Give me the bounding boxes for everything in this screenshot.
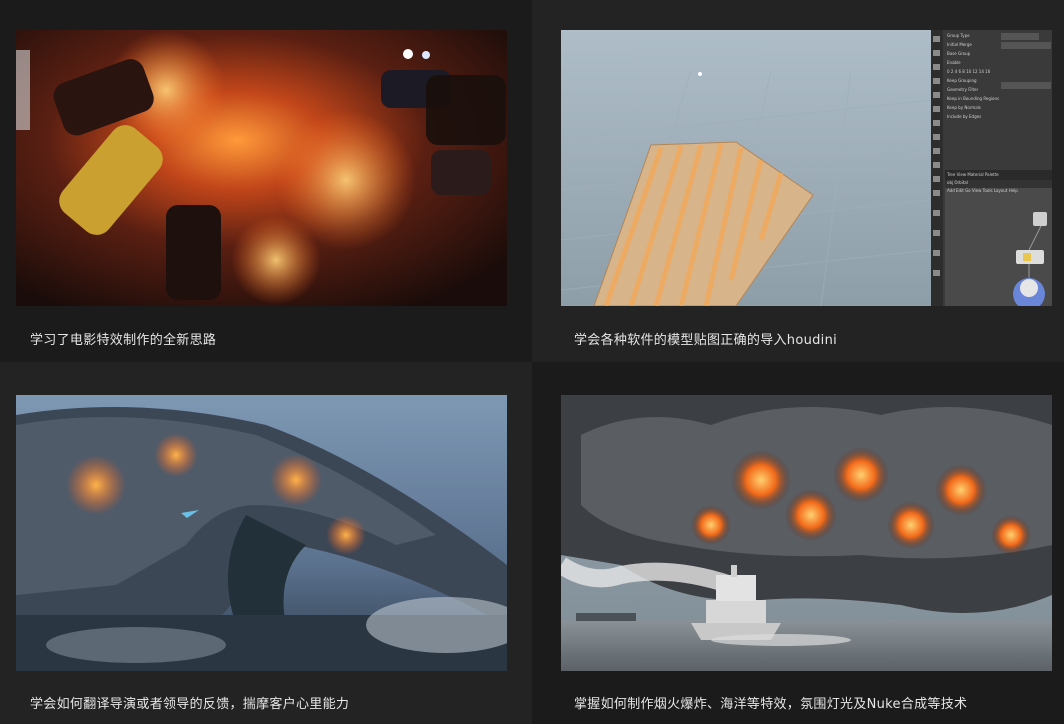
feature-card-3[interactable]: 学会如何翻译导演或者领导的反馈，揣摩客户心里能力	[0, 362, 532, 724]
tab-material-palette: Material Palette	[967, 172, 999, 177]
menu-add: Add	[947, 188, 955, 193]
param-enable: Enable	[947, 60, 961, 65]
param-digits: 0 2 4 6 8 10 12 14 16	[947, 69, 991, 74]
param-include-edges: Include by Edges	[947, 114, 982, 119]
feature-caption-2: 学会各种软件的模型贴图正确的导入houdini	[574, 333, 838, 348]
tab-tree-view: Tree View	[947, 172, 967, 177]
ship-explosion-ocean-image	[561, 395, 1052, 671]
param-keep-grouping: Keep Grouping	[947, 78, 977, 83]
param-base-group: Base Group	[947, 51, 971, 56]
feature-caption-1: 学习了电影特效制作的全新思路	[30, 333, 217, 348]
crashing-alien-ship-image	[16, 395, 507, 671]
houdini-viewport-screenshot: Group Type Initial Merge Base Group Enab…	[561, 30, 1052, 306]
menu-tools: Tools	[982, 188, 993, 193]
param-keep-bounding: Keep in Bounding Regions	[947, 96, 1000, 101]
houdini-parameter-labels: Group Type Initial Merge Base Group Enab…	[947, 31, 1052, 121]
feature-caption-4: 掌握如何制作烟火爆炸、海洋等特效，氛围灯光及Nuke合成等技术	[574, 697, 968, 712]
feature-card-4[interactable]: 掌握如何制作烟火爆炸、海洋等特效，氛围灯光及Nuke合成等技术	[532, 362, 1064, 724]
feature-card-1[interactable]: 学习了电影特效制作的全新思路	[0, 0, 532, 362]
feature-grid: 学习了电影特效制作的全新思路 Group Type Initial Merge …	[0, 0, 1064, 724]
param-keep-normals: Keep by Normals	[947, 105, 981, 110]
param-geometry-filter: Geometry Filter	[947, 87, 979, 92]
feature-caption-3: 学会如何翻译导演或者领导的反馈，揣摩客户心里能力	[30, 697, 350, 712]
menu-view: View	[971, 188, 982, 193]
menu-layout: Layout	[993, 188, 1008, 193]
menu-help: Help	[1008, 188, 1018, 193]
menu-go: Go	[965, 188, 971, 193]
node-path: obj	[947, 180, 954, 185]
houdini-node-menu: Tree View Material Palette obj Orbital A…	[947, 171, 1052, 195]
node-name: Orbital	[954, 180, 968, 185]
param-initial-merge: Initial Merge	[947, 42, 972, 47]
param-group-type: Group Type	[947, 33, 970, 38]
explosion-cars-image	[16, 30, 507, 306]
feature-card-2[interactable]: Group Type Initial Merge Base Group Enab…	[532, 0, 1064, 362]
menu-edit: Edit	[956, 188, 964, 193]
